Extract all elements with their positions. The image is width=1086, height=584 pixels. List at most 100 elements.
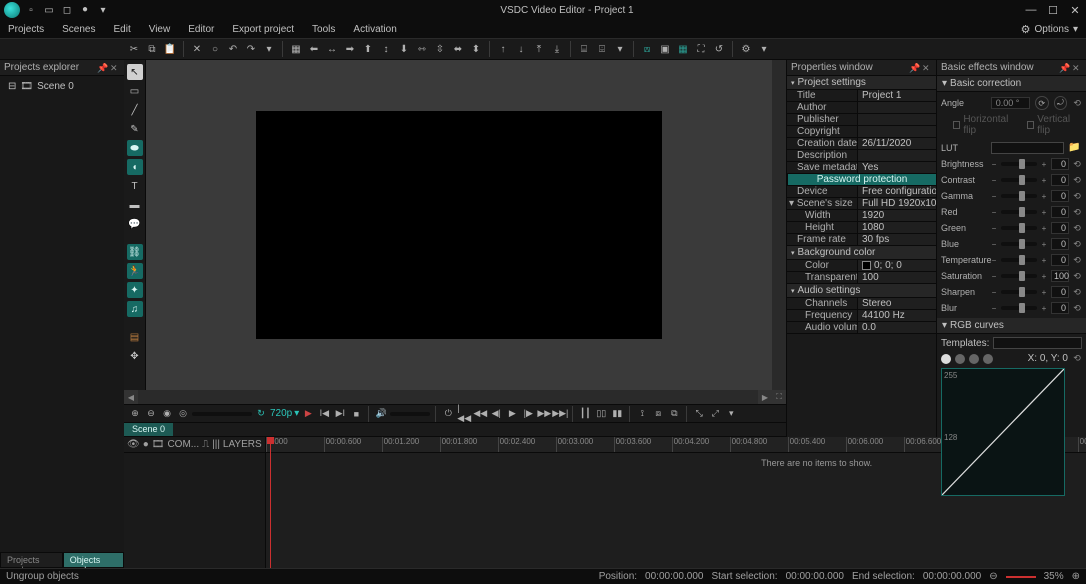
group-audio[interactable]: ▾Audio settings (787, 284, 936, 298)
slider-reset-icon[interactable]: ⟲ (1072, 175, 1082, 185)
templates-select[interactable] (993, 337, 1082, 349)
dd-icon[interactable]: ▾ (724, 407, 738, 421)
close-button[interactable]: ✕ (1068, 3, 1082, 17)
next-frame-icon[interactable]: ▶I (333, 407, 347, 421)
redo-icon[interactable]: ↷ (243, 41, 259, 57)
fit-window-icon[interactable]: ⛶ (772, 390, 786, 404)
radio2-icon[interactable]: ◎ (176, 407, 190, 421)
channel-g-dot[interactable] (969, 354, 979, 364)
spray-tool[interactable]: ✦ (127, 282, 143, 298)
prop-color-val[interactable]: 0; 0; 0 (857, 260, 936, 271)
move-down-icon[interactable]: ↓ (513, 41, 529, 57)
loop-icon[interactable]: ↻ (254, 407, 268, 421)
motion-tool[interactable]: 🏃 (127, 263, 143, 279)
timeline-scene-tab[interactable]: Scene 0 (124, 423, 173, 436)
channel-b-dot[interactable] (983, 354, 993, 364)
chart-tool[interactable]: ▤ (127, 329, 143, 345)
volume-icon[interactable]: 🔊 (374, 407, 388, 421)
slider-reset-icon[interactable]: ⟲ (1072, 207, 1082, 217)
volume-slider[interactable] (390, 412, 430, 416)
move-top-icon[interactable]: ⤒ (531, 41, 547, 57)
rotate-ccw-icon[interactable]: ⤾ (1054, 96, 1068, 110)
rect-tool[interactable]: ▭ (127, 83, 143, 99)
slider-value[interactable]: 0 (1051, 286, 1069, 298)
prop-size-val[interactable]: Full HD 1920x1080 pixe (857, 198, 936, 209)
tree-item-scene0[interactable]: ⊟ 🎞 Scene 0 (4, 80, 120, 93)
menu-activation[interactable]: Activation (353, 24, 396, 35)
pin-icon[interactable]: 📌 (909, 63, 919, 73)
slider-reset-icon[interactable]: ⟲ (1072, 239, 1082, 249)
scroll-right-icon[interactable]: ▶ (758, 390, 772, 404)
gear-icon[interactable]: ⚙ (1021, 23, 1031, 36)
slider-value[interactable]: 100 (1051, 270, 1069, 282)
split-icon[interactable]: ┃┃ (578, 407, 592, 421)
unlink-icon[interactable]: ⤡ (692, 407, 706, 421)
align-left-icon[interactable]: ⬅ (306, 41, 322, 57)
move-bottom-icon[interactable]: ⤓ (549, 41, 565, 57)
chroma-icon[interactable]: ▦ (675, 41, 691, 57)
rotate-cw-icon[interactable]: ⟳ (1035, 96, 1049, 110)
prop-meta-val[interactable]: Yes (857, 162, 936, 173)
close-panel-icon[interactable]: ✕ (922, 63, 932, 73)
hflip-checkbox[interactable]: Horizontal flip (953, 114, 1017, 136)
open-icon[interactable]: ▭ (42, 3, 56, 17)
line-tool[interactable]: ╱ (127, 102, 143, 118)
dropdown2-icon[interactable]: ▾ (612, 41, 628, 57)
slider-plus-icon[interactable]: + (1040, 160, 1048, 168)
cursor-tool[interactable]: ↖ (127, 64, 143, 80)
slider-plus-icon[interactable]: + (1040, 176, 1048, 184)
slider-plus-icon[interactable]: + (1040, 304, 1048, 312)
go-end-icon[interactable]: ▶▶| (553, 407, 567, 421)
tab-objects-explorer[interactable]: Objects explorer (63, 552, 124, 568)
forward-icon[interactable]: ▶▶ (537, 407, 551, 421)
slider-minus-icon[interactable]: − (990, 256, 998, 264)
lock-icon[interactable]: ● (143, 439, 149, 450)
slider-track[interactable] (1001, 242, 1037, 246)
move-up-icon[interactable]: ↑ (495, 41, 511, 57)
group-bg-color[interactable]: ▾Background color (787, 246, 936, 260)
prop-freq-val[interactable]: 44100 Hz (857, 310, 936, 321)
align-right-icon[interactable]: ➡ (342, 41, 358, 57)
group-project-settings[interactable]: ▾Project settings (787, 76, 936, 90)
settings-icon[interactable]: ⚙ (738, 41, 754, 57)
quality-label[interactable]: 720p (270, 408, 292, 419)
slider-minus-icon[interactable]: − (990, 304, 998, 312)
slider-track[interactable] (1001, 226, 1037, 230)
slider-track[interactable] (1001, 210, 1037, 214)
play-button[interactable]: ▶ (301, 407, 315, 421)
canvas-area[interactable] (146, 60, 772, 390)
slider-value[interactable]: 0 (1051, 302, 1069, 314)
quality-dropdown-icon[interactable]: ▾ (294, 408, 299, 419)
same-width-icon[interactable]: ⬌ (450, 41, 466, 57)
crop-icon[interactable]: ⟎ (639, 41, 655, 57)
prop-author-val[interactable] (857, 102, 936, 113)
options-link[interactable]: Options (1035, 24, 1069, 35)
video-canvas[interactable] (256, 111, 662, 339)
snap-icon[interactable]: ⧈ (651, 407, 665, 421)
slider-reset-icon[interactable]: ⟲ (1072, 271, 1082, 281)
cut-icon[interactable]: ✂ (126, 41, 142, 57)
close-panel-icon[interactable]: ✕ (1072, 63, 1082, 73)
slider-minus-icon[interactable]: − (990, 208, 998, 216)
reset-icon[interactable]: ↺ (711, 41, 727, 57)
slider-reset-icon[interactable]: ⟲ (1072, 255, 1082, 265)
slider-track[interactable] (1001, 274, 1037, 278)
playhead[interactable] (270, 437, 271, 568)
section-basic-correction[interactable]: ▾Basic correction (937, 76, 1086, 92)
tooltip-tool[interactable]: ▬ (127, 197, 143, 213)
reset-curve-icon[interactable]: ⟲ (1072, 354, 1082, 364)
zoom-slider[interactable] (192, 412, 252, 416)
slider-reset-icon[interactable]: ⟲ (1072, 287, 1082, 297)
prop-date-val[interactable]: 26/11/2020 (857, 138, 936, 149)
slider-value[interactable]: 0 (1051, 222, 1069, 234)
lut-folder-icon[interactable]: 📁 (1068, 142, 1082, 154)
prop-height-val[interactable]: 1080 (857, 222, 936, 233)
reset-angle-icon[interactable]: ⟲ (1072, 98, 1082, 108)
slider-value[interactable]: 0 (1051, 238, 1069, 250)
slider-track[interactable] (1001, 162, 1037, 166)
tab-projects-explorer[interactable]: Projects explorer (0, 552, 63, 568)
prop-copyright-val[interactable] (857, 126, 936, 137)
rewind-icon[interactable]: ◀◀ (473, 407, 487, 421)
slider-minus-icon[interactable]: − (990, 176, 998, 184)
pin-icon[interactable]: 📌 (97, 63, 107, 73)
